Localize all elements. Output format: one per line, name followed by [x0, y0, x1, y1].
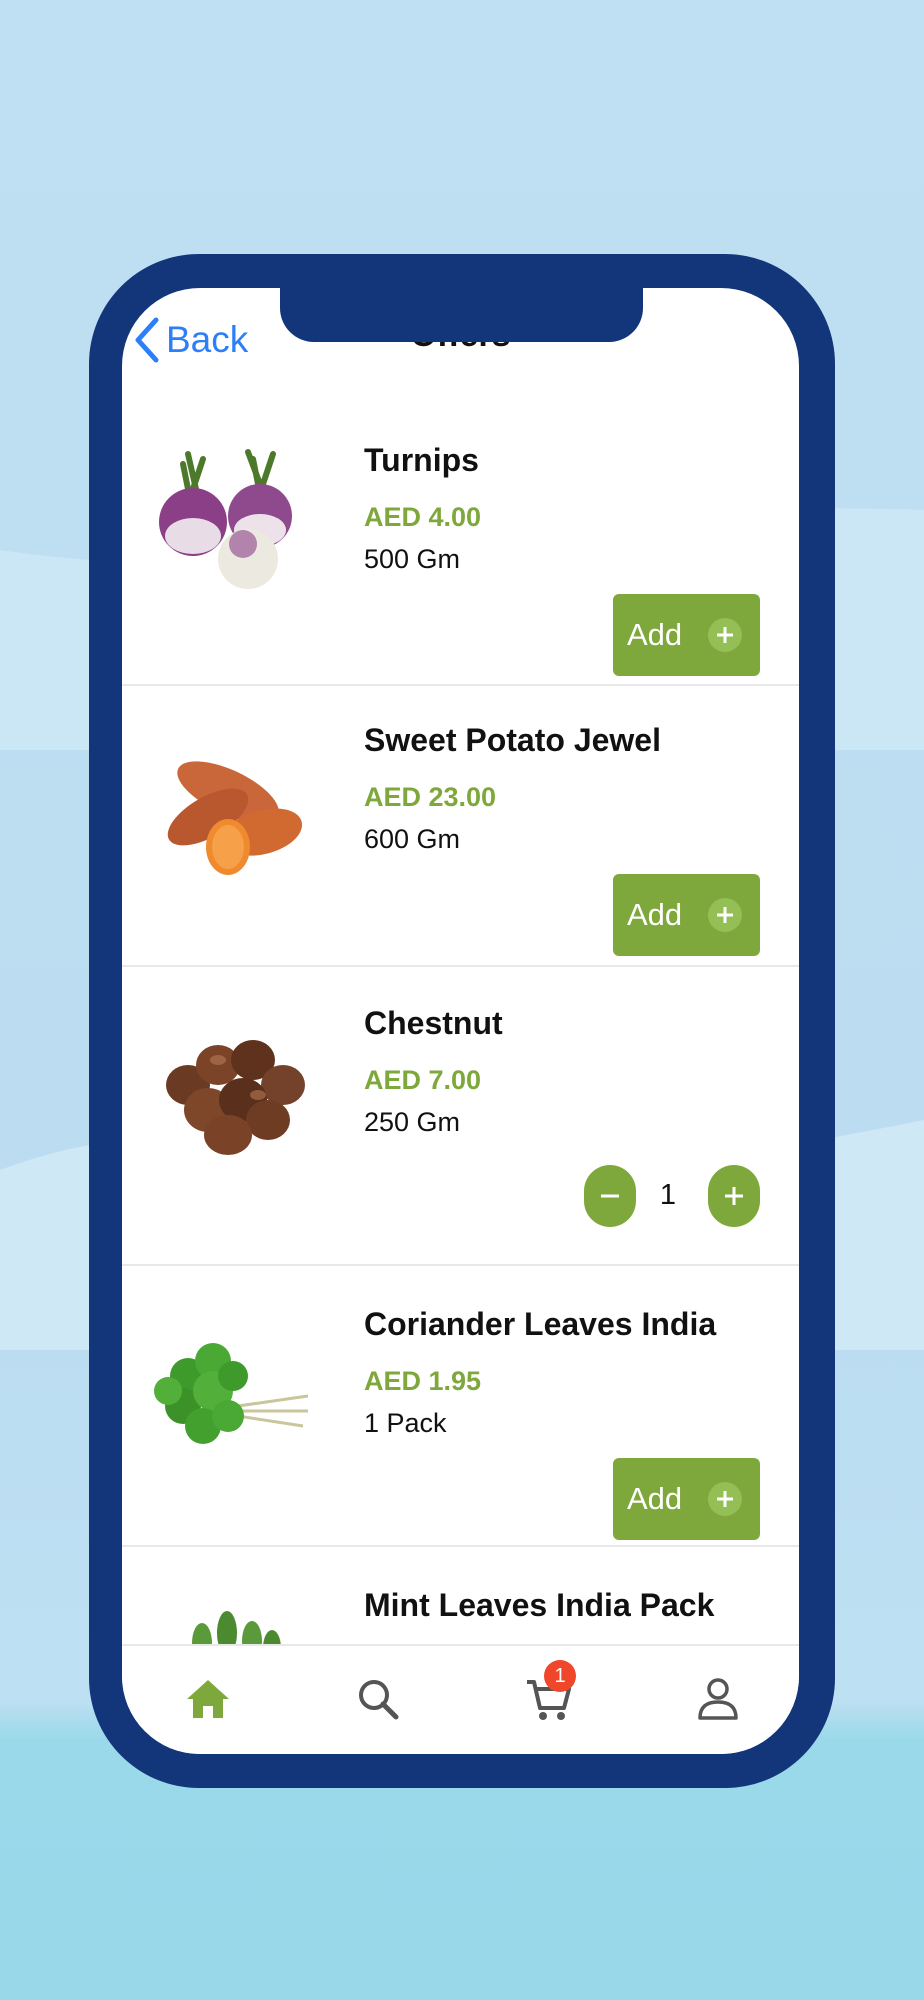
search-icon — [359, 1680, 399, 1720]
cart-quantity: 1 — [659, 1179, 677, 1211]
product-price: AED 4.00 — [364, 502, 482, 532]
increment-button[interactable] — [708, 1165, 760, 1227]
cart-badge: 1 — [544, 1660, 576, 1692]
product-list: Turnips AED 4.00 500 Gm Add Sweet Potato… — [122, 404, 799, 1687]
product-name: Coriander Leaves India — [364, 1306, 717, 1342]
product-quantity: 500 Gm — [364, 544, 461, 574]
plus-icon — [708, 1482, 742, 1516]
home-icon — [187, 1680, 229, 1718]
product-name: Sweet Potato Jewel — [364, 722, 661, 758]
product-quantity: 250 Gm — [364, 1107, 461, 1137]
add-to-cart-button[interactable]: Add — [613, 1458, 760, 1540]
tab-profile[interactable] — [693, 1674, 743, 1724]
product-card: Chestnut AED 7.00 250 Gm 1 — [122, 967, 799, 1266]
add-to-cart-button[interactable]: Add — [613, 874, 760, 956]
user-icon — [698, 1678, 738, 1720]
add-label: Add — [627, 897, 683, 932]
plus-icon — [708, 898, 742, 932]
add-label: Add — [627, 617, 683, 652]
tab-search[interactable] — [353, 1674, 403, 1724]
turnip-image — [159, 449, 292, 589]
phone-frame: Back Offers Turnips AED 4.00 50 — [89, 254, 835, 1788]
plus-icon — [708, 618, 742, 652]
product-price: AED 1.95 — [364, 1366, 482, 1396]
product-name: Turnips — [364, 442, 479, 478]
add-label: Add — [627, 1481, 683, 1516]
product-quantity: 1 Pack — [364, 1408, 447, 1438]
plus-icon — [725, 1187, 743, 1205]
product-price: AED 23.00 — [364, 782, 497, 812]
product-card: Turnips AED 4.00 500 Gm Add — [122, 404, 799, 686]
product-name: Chestnut — [364, 1005, 503, 1041]
sweet-potato-image — [167, 761, 303, 875]
chestnut-image — [166, 1040, 305, 1155]
phone-notch — [280, 288, 643, 342]
product-quantity: 600 Gm — [364, 824, 461, 854]
minus-icon — [601, 1194, 619, 1198]
product-card: Coriander Leaves India AED 1.95 1 Pack A… — [122, 1266, 799, 1547]
bottom-tab-bar: 1 — [122, 1644, 799, 1754]
add-to-cart-button[interactable]: Add — [613, 594, 760, 676]
decrement-button[interactable] — [584, 1165, 636, 1227]
app-screen: Back Offers Turnips AED 4.00 50 — [122, 288, 799, 1754]
tab-cart[interactable]: 1 — [524, 1660, 576, 1724]
product-price: AED 7.00 — [364, 1065, 482, 1095]
coriander-image — [154, 1343, 309, 1444]
tab-home[interactable] — [183, 1674, 233, 1724]
product-card: Sweet Potato Jewel AED 23.00 600 Gm Add — [122, 686, 799, 967]
product-name: Mint Leaves India Pack — [364, 1587, 715, 1623]
